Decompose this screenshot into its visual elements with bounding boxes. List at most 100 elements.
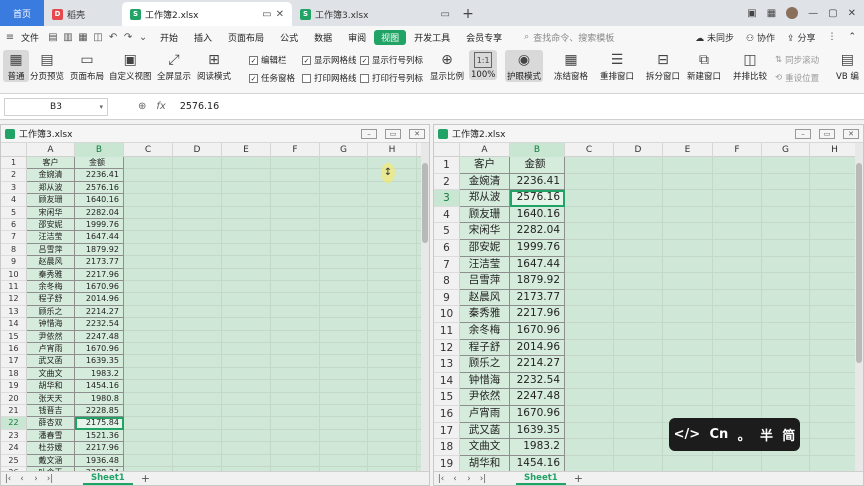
arrange-window-button[interactable]: ☰ 重排窗口: [600, 50, 634, 82]
cell-customer[interactable]: 顾友珊: [27, 194, 75, 207]
minimize-icon[interactable]: —: [808, 8, 818, 19]
cell-amount[interactable]: 金额: [510, 157, 565, 174]
cell-customer[interactable]: 卢宵雨: [460, 406, 510, 423]
close-icon[interactable]: ✕: [843, 128, 859, 139]
row-header[interactable]: 25: [1, 454, 27, 467]
monitor-icon[interactable]: ▭: [262, 9, 271, 20]
menu-data[interactable]: 数据: [306, 31, 340, 44]
next-sheet-icon[interactable]: ›: [29, 474, 43, 484]
column-header-c[interactable]: C: [124, 143, 173, 157]
prev-sheet-icon[interactable]: ‹: [448, 474, 462, 484]
row-header[interactable]: 15: [434, 389, 460, 406]
column-header-b[interactable]: B: [510, 143, 565, 157]
cell-customer[interactable]: 汪洁莹: [460, 256, 510, 274]
menu-start[interactable]: 开始: [152, 31, 186, 44]
side-by-side-button[interactable]: ◫ 并排比较: [733, 50, 767, 82]
cell-amount[interactable]: 2236.41: [75, 169, 124, 182]
menu-page-layout[interactable]: 页面布局: [220, 31, 272, 44]
ime-lang-toggle[interactable]: Cn: [710, 427, 729, 442]
chevron-down-icon[interactable]: ▾: [99, 103, 103, 111]
sheet-tab[interactable]: Sheet1: [83, 473, 133, 485]
cell-customer[interactable]: 薛杏双: [27, 417, 75, 430]
cell-customer[interactable]: 汪洁莹: [27, 231, 75, 244]
more-icon[interactable]: ⋮: [827, 32, 836, 42]
row-header[interactable]: 20: [1, 392, 27, 405]
row-header[interactable]: 4: [434, 206, 460, 224]
cell-customer[interactable]: 潘春雪: [27, 429, 75, 443]
row-header[interactable]: 11: [1, 281, 27, 294]
ime-width-toggle[interactable]: 半: [760, 425, 773, 444]
cell-grid[interactable]: 1 客户 金额 2 金婉清 2236.41 3 郑从波 2576.16 4 顾友珊 1640.16 5 宋…: [1, 157, 421, 480]
row-header[interactable]: 7: [1, 231, 27, 244]
restore-icon[interactable]: ▭: [385, 128, 401, 139]
row-header[interactable]: 17: [434, 422, 460, 440]
cell-amount[interactable]: 1670.96: [75, 343, 124, 356]
reset-position-button[interactable]: ⟲ 重设位置: [775, 72, 819, 84]
cell-amount[interactable]: 2214.27: [75, 305, 124, 319]
add-sheet-icon[interactable]: +: [574, 472, 583, 485]
row-header[interactable]: 1: [1, 157, 27, 170]
cell-customer[interactable]: 武又菡: [27, 355, 75, 368]
row-header[interactable]: 13: [434, 356, 460, 373]
close-icon[interactable]: ✕: [409, 128, 425, 139]
custom-view-button[interactable]: ▣ 自定义视图: [109, 50, 152, 82]
share-button[interactable]: ⇪ 分享: [787, 31, 815, 44]
row-header[interactable]: 14: [434, 372, 460, 390]
freeze-panes-button[interactable]: ▦ 冻结窗格: [554, 50, 588, 82]
column-header-e[interactable]: E: [663, 143, 713, 157]
cell-customer[interactable]: 文曲文: [27, 367, 75, 381]
column-header-b[interactable]: B: [75, 143, 124, 157]
cell-amount[interactable]: 2282.04: [510, 223, 565, 240]
cell-amount[interactable]: 1983.2: [510, 439, 565, 456]
cell-amount[interactable]: 1980.8: [75, 392, 124, 405]
view-normal-button[interactable]: ▦ 普通: [3, 50, 29, 82]
row-header[interactable]: 10: [1, 268, 27, 281]
cell-amount[interactable]: 2232.54: [510, 372, 565, 390]
cell-customer[interactable]: 顾乐之: [27, 305, 75, 319]
cell-amount[interactable]: 金额: [75, 157, 124, 170]
collapse-icon[interactable]: ⌃: [848, 32, 856, 42]
tab-home[interactable]: 首页: [0, 0, 44, 26]
cell-customer[interactable]: 余冬梅: [27, 281, 75, 294]
sync-scroll-button[interactable]: ⇅ 同步滚动: [775, 54, 819, 66]
cell-amount[interactable]: 1647.44: [75, 231, 124, 244]
row-header[interactable]: 9: [434, 289, 460, 307]
menu-review[interactable]: 审阅: [340, 31, 374, 44]
cell-customer[interactable]: 武又菡: [460, 422, 510, 440]
cell-customer[interactable]: 客户: [460, 157, 510, 174]
menu-view[interactable]: 视图: [374, 29, 407, 45]
cell-amount[interactable]: 1936.48: [75, 454, 124, 467]
minimize-icon[interactable]: –: [795, 128, 811, 139]
check-show-gridlines[interactable]: ✓ 显示网格线: [302, 54, 357, 66]
maximize-icon[interactable]: ▢: [828, 8, 837, 19]
cell-customer[interactable]: 钟惜海: [460, 372, 510, 390]
tab-file-active[interactable]: S 工作簿2.xlsx ▭ ✕: [122, 2, 292, 26]
row-header[interactable]: 6: [434, 240, 460, 257]
row-header[interactable]: 15: [1, 330, 27, 343]
column-header-h[interactable]: H: [810, 143, 860, 157]
monitor-icon[interactable]: ▭: [441, 9, 450, 20]
menu-insert[interactable]: 插入: [186, 31, 220, 44]
row-header[interactable]: 18: [434, 439, 460, 456]
cell-customer[interactable]: 钟惜海: [27, 318, 75, 331]
cell-customer[interactable]: 顾乐之: [460, 356, 510, 373]
cell-customer[interactable]: 秦秀雅: [460, 306, 510, 323]
menu-developer[interactable]: 开发工具: [406, 31, 458, 44]
column-header-d[interactable]: D: [173, 143, 222, 157]
row-header[interactable]: 5: [434, 223, 460, 240]
cell-amount[interactable]: 1640.16: [75, 194, 124, 207]
cell-amount[interactable]: 1647.44: [510, 256, 565, 274]
cell-customer[interactable]: 余冬梅: [460, 323, 510, 340]
folder-icon[interactable]: ▥: [62, 32, 74, 43]
cell-amount[interactable]: 2173.77: [510, 289, 565, 307]
restore-icon[interactable]: ▭: [819, 128, 835, 139]
last-sheet-icon[interactable]: ›|: [43, 474, 57, 484]
add-sheet-icon[interactable]: +: [141, 472, 150, 485]
search-box[interactable]: ⌕ 查找命令、搜索模板: [524, 31, 614, 44]
ime-punct-toggle[interactable]: 。: [738, 425, 751, 444]
grid-icon[interactable]: ▦: [767, 8, 776, 19]
row-header[interactable]: 19: [434, 455, 460, 473]
cell-amount[interactable]: 2217.96: [75, 268, 124, 281]
check-task-pane[interactable]: ✓ 任务窗格: [249, 72, 295, 84]
cell-customer[interactable]: 客户: [27, 157, 75, 170]
